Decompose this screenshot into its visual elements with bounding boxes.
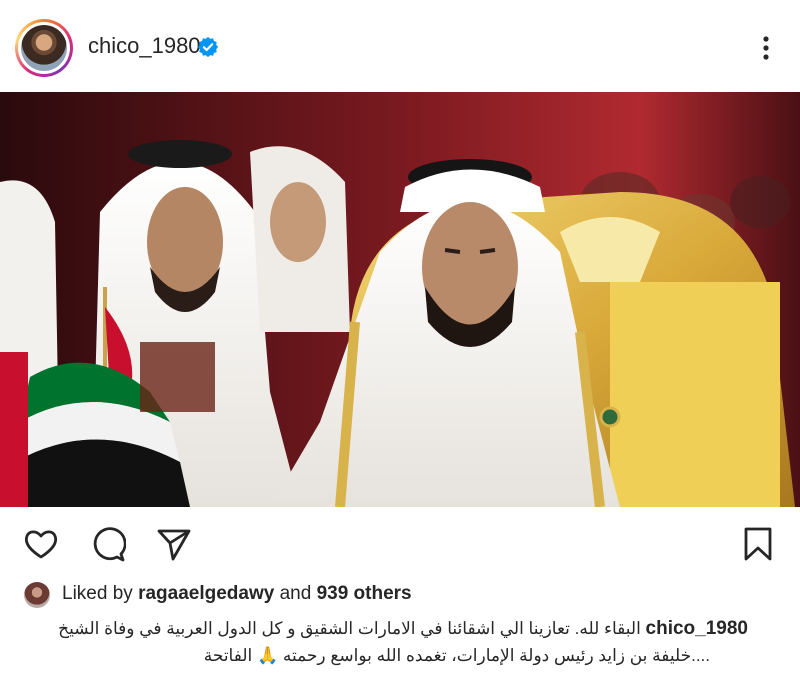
more-options-icon[interactable] xyxy=(756,34,776,62)
username-link[interactable]: chico_1980 xyxy=(88,33,201,59)
avatar-frame xyxy=(18,22,70,74)
likes-summary[interactable]: Liked by ragaaelgedawy and 939 others xyxy=(0,577,800,613)
likes-text: Liked by ragaaelgedawy and 939 others xyxy=(62,583,412,605)
liker-username[interactable]: ragaaelgedawy xyxy=(138,583,274,604)
post-caption: chico_1980 البقاء لله. تعازينا الي اشقائ… xyxy=(0,614,800,673)
avatar-image xyxy=(21,25,67,71)
likes-prefix: Liked by xyxy=(62,583,133,604)
post-image[interactable] xyxy=(0,92,800,507)
heart-icon[interactable] xyxy=(23,526,59,562)
liker-avatar xyxy=(24,582,50,608)
bookmark-icon[interactable] xyxy=(740,526,776,562)
likes-others[interactable]: 939 others xyxy=(317,583,412,604)
caption-text-1: البقاء لله. تعازينا الي اشقائنا في الاما… xyxy=(58,619,641,638)
paper-plane-icon[interactable] xyxy=(156,526,192,562)
verified-badge-icon xyxy=(197,36,219,58)
caption-username[interactable]: chico_1980 xyxy=(646,618,748,640)
likes-connector: and xyxy=(279,583,312,604)
post-actions xyxy=(0,507,800,577)
caption-line-1: chico_1980 البقاء لله. تعازينا الي اشقائ… xyxy=(58,618,748,640)
comment-bubble-icon[interactable] xyxy=(90,526,126,562)
profile-avatar[interactable] xyxy=(15,19,73,77)
post-header: chico_1980 xyxy=(0,0,800,92)
post-photo-illustration xyxy=(0,92,800,507)
caption-line-2[interactable]: ....خليفة بن زايد رئيس دولة الإمارات، تغ… xyxy=(204,646,710,666)
